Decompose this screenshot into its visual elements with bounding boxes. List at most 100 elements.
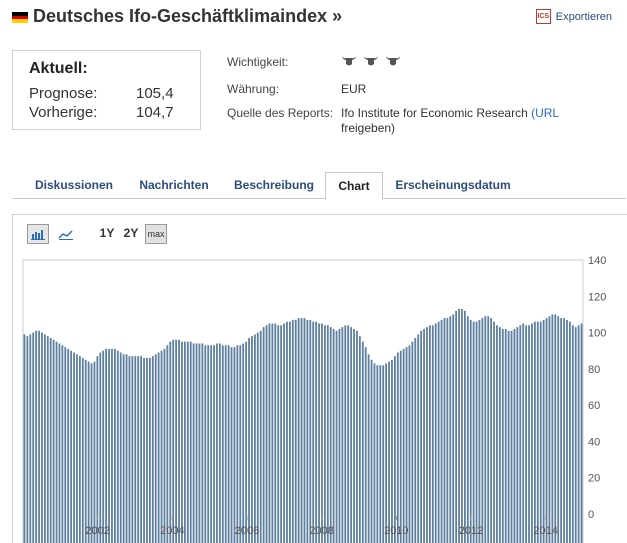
chart-bar[interactable] <box>155 354 157 543</box>
chart-bar[interactable] <box>333 329 335 543</box>
chart-bar[interactable] <box>484 316 486 543</box>
chart-bar[interactable] <box>353 329 355 543</box>
chart-bar[interactable] <box>41 333 43 543</box>
chart-bar[interactable] <box>102 351 104 543</box>
chart-bar[interactable] <box>379 365 381 543</box>
chart-bar[interactable] <box>344 325 346 543</box>
chart-bar[interactable] <box>274 324 276 543</box>
chart-bar[interactable] <box>572 325 574 543</box>
chart-bar[interactable] <box>554 314 556 543</box>
chart-bar[interactable] <box>546 318 548 543</box>
chart-bar[interactable] <box>131 356 133 543</box>
chart-bar[interactable] <box>175 340 177 543</box>
chart-bar[interactable] <box>321 324 323 543</box>
chart-bar[interactable] <box>522 324 524 543</box>
chart-bar[interactable] <box>164 349 166 543</box>
chart-bar[interactable] <box>29 334 31 543</box>
chart-bar[interactable] <box>429 325 431 543</box>
chart-bar[interactable] <box>493 322 495 543</box>
chart-bar[interactable] <box>204 345 206 543</box>
chart-bar[interactable] <box>181 342 183 543</box>
chart-bar[interactable] <box>543 320 545 543</box>
chart-bar[interactable] <box>38 331 40 543</box>
source-link[interactable]: (URL <box>531 106 559 120</box>
chart-bar[interactable] <box>426 327 428 543</box>
chart-bar[interactable] <box>56 342 58 543</box>
chart-bar[interactable] <box>578 325 580 543</box>
chart-bar[interactable] <box>350 327 352 543</box>
chart-bar[interactable] <box>225 345 227 543</box>
chart-bar[interactable] <box>403 349 405 543</box>
chart-bar[interactable] <box>166 345 168 543</box>
chart-bar[interactable] <box>266 325 268 543</box>
chart-bar[interactable] <box>452 314 454 543</box>
chart-bar[interactable] <box>441 320 443 543</box>
tab-description[interactable]: Beschreibung <box>226 172 322 197</box>
chart-bar[interactable] <box>50 338 52 543</box>
chart-bar[interactable] <box>286 322 288 543</box>
chart-bar[interactable] <box>216 343 218 543</box>
tab-news[interactable]: Nachrichten <box>130 172 218 197</box>
chart-bar[interactable] <box>339 329 341 543</box>
chart-bar[interactable] <box>59 343 61 543</box>
chart-bar[interactable] <box>516 327 518 543</box>
chart-bar[interactable] <box>134 356 136 543</box>
chart-bar[interactable] <box>82 358 84 543</box>
chart-bar[interactable] <box>146 358 148 543</box>
chart-bar[interactable] <box>140 356 142 543</box>
chart-bar[interactable] <box>318 324 320 543</box>
chart-bar[interactable] <box>330 327 332 543</box>
chart-bar[interactable] <box>315 322 317 543</box>
chart-bar[interactable] <box>347 325 349 543</box>
chart-bar[interactable] <box>566 320 568 543</box>
chart-bar[interactable] <box>409 345 411 543</box>
chart-bar[interactable] <box>446 318 448 543</box>
chart-bar[interactable] <box>32 333 34 543</box>
chart-bar[interactable] <box>368 354 370 543</box>
chart-bar[interactable] <box>435 324 437 543</box>
chart-bar[interactable] <box>91 363 93 543</box>
chart-bar[interactable] <box>455 311 457 543</box>
chart-bar[interactable] <box>301 318 303 543</box>
chart-bar[interactable] <box>88 362 90 543</box>
chart-bar[interactable] <box>362 342 364 543</box>
chart-bar[interactable] <box>551 314 553 543</box>
chart-bar[interactable] <box>292 320 294 543</box>
chart-bar[interactable] <box>414 338 416 543</box>
chart-bar[interactable] <box>525 325 527 543</box>
chart-bar[interactable] <box>359 336 361 543</box>
chart-bar[interactable] <box>557 316 559 543</box>
chart-bar[interactable] <box>295 320 297 543</box>
chart-bar[interactable] <box>96 356 98 543</box>
chart-bar[interactable] <box>327 325 329 543</box>
chart-bar[interactable] <box>365 347 367 543</box>
chart-bar[interactable] <box>222 345 224 543</box>
chart-bar[interactable] <box>391 360 393 543</box>
chart-bar[interactable] <box>242 343 244 543</box>
chart-bar[interactable] <box>257 333 259 543</box>
chart-bar[interactable] <box>239 345 241 543</box>
chart-bar[interactable] <box>73 353 75 543</box>
chart-bar[interactable] <box>309 320 311 543</box>
chart-bar[interactable] <box>108 349 110 543</box>
chart-bar[interactable] <box>324 325 326 543</box>
chart-bar[interactable] <box>234 347 236 543</box>
tab-release-date[interactable]: Erscheinungsdatum <box>388 172 518 197</box>
chart-bar[interactable] <box>152 356 154 543</box>
chart-bar[interactable] <box>449 316 451 543</box>
chart-bar[interactable] <box>210 345 212 543</box>
chart-bar[interactable] <box>111 349 113 543</box>
chart-bar[interactable] <box>479 320 481 543</box>
chart-bar[interactable] <box>219 343 221 543</box>
chart-bar[interactable] <box>394 356 396 543</box>
chart-bar[interactable] <box>575 327 577 543</box>
chart-bar[interactable] <box>193 343 195 543</box>
chart-bar[interactable] <box>47 336 49 543</box>
chart-bar[interactable] <box>254 334 256 543</box>
tab-discussions[interactable]: Diskussionen <box>26 172 122 197</box>
chart-bar[interactable] <box>26 336 28 543</box>
chart-bar[interactable] <box>280 325 282 543</box>
chart-bar[interactable] <box>432 325 434 543</box>
chart-bar[interactable] <box>251 336 253 543</box>
chart-bar[interactable] <box>207 345 209 543</box>
